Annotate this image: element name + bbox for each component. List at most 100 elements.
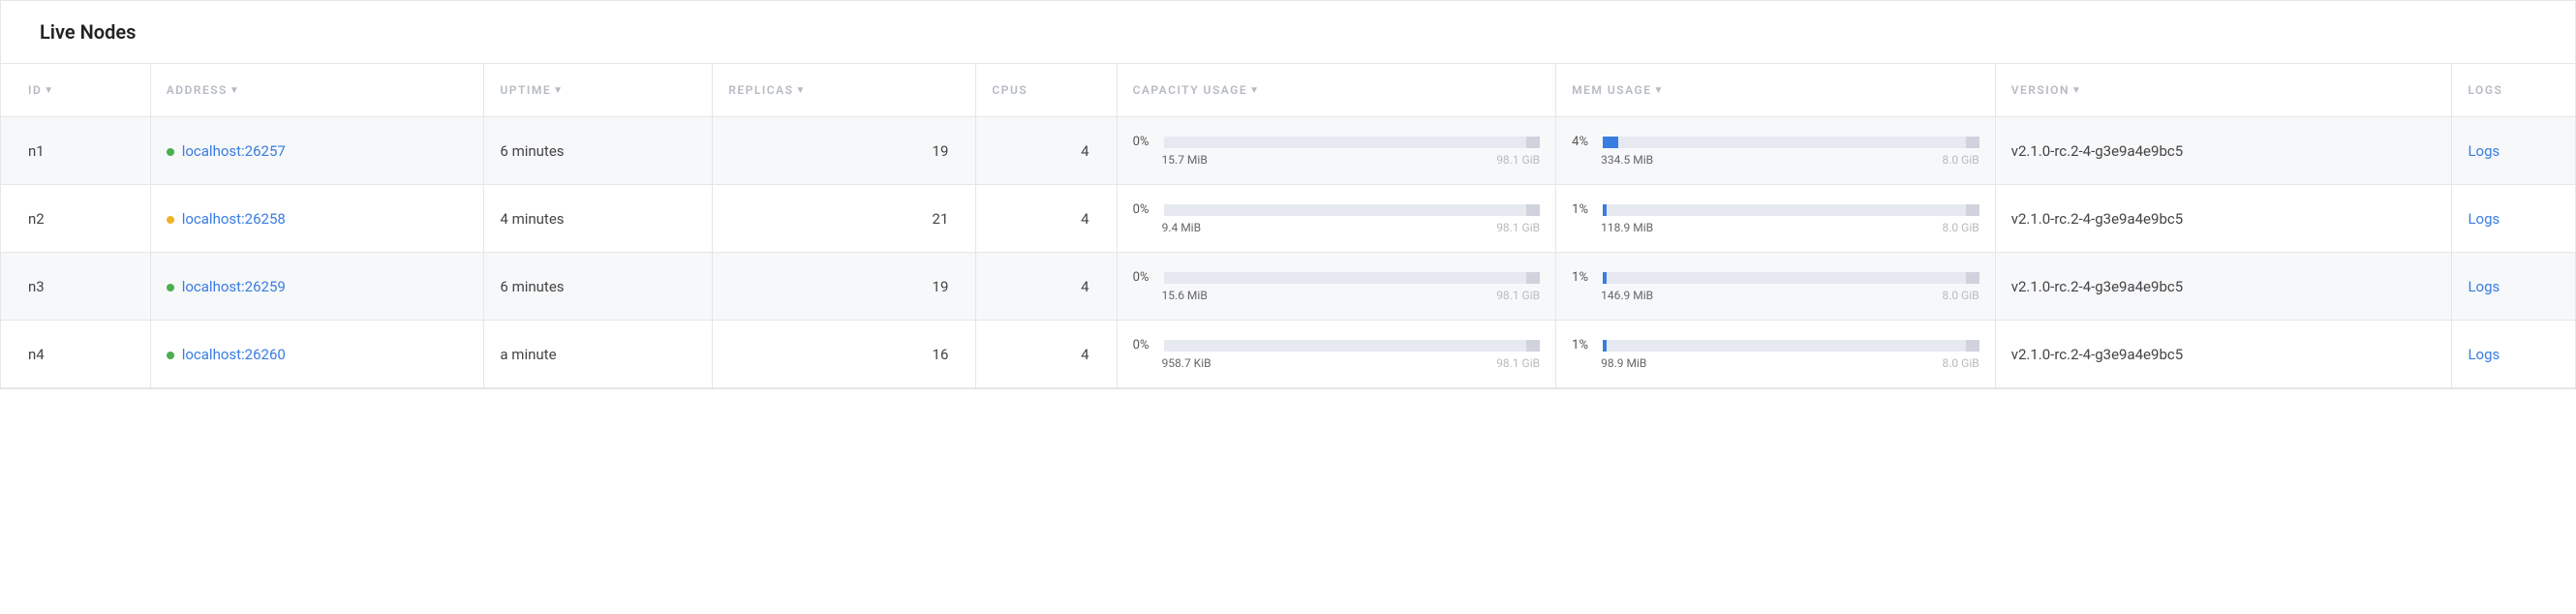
address-link[interactable]: localhost:26259 [182,278,286,295]
mem-used: 118.9 MiB [1601,221,1653,234]
col-header-uptime-label: UPTIME [500,83,551,97]
cell-version: v2.1.0-rc.2-4-g3e9a4e9bc5 [1995,185,2452,253]
sort-arrow-icon: ▼ [1249,85,1260,96]
logs-link[interactable]: Logs [2468,142,2499,160]
nodes-table: ID▼ ADDRESS▼ UPTIME▼ REPLICAS▼ CPUS CAPA… [1,63,2575,388]
capacity-pct: 0% [1133,135,1158,149]
col-header-capacity[interactable]: CAPACITY USAGE▼ [1117,64,1556,117]
address-link[interactable]: localhost:26257 [182,142,286,160]
capacity-total: 98.1 GiB [1496,289,1540,302]
cell-logs: Logs [2452,321,2575,388]
status-dot-icon [167,284,174,292]
logs-link[interactable]: Logs [2468,210,2499,228]
capacity-total: 98.1 GiB [1496,153,1540,167]
mem-total: 8.0 GiB [1943,289,1979,302]
mem-usage-bar-row: 1% [1572,338,1979,353]
mem-usage: 1% 146.9 MiB 8.0 GiB [1572,270,1979,302]
cell-capacity: 0% 15.7 MiB98.1 GiB [1117,117,1556,185]
cell-uptime: 4 minutes [484,185,713,253]
capacity-usage-bar-row: 0% [1133,270,1541,285]
cell-capacity: 0%958.7 KiB98.1 GiB [1117,321,1556,388]
mem-usage-labels: 146.9 MiB 8.0 GiB [1572,289,1979,302]
mem-usage: 4%334.5 MiB8.0 GiB [1572,135,1979,167]
mem-bar [1603,137,1979,148]
capacity-used: 15.6 MiB [1162,289,1208,302]
mem-bar-fill [1603,340,1607,352]
capacity-total: 98.1 GiB [1496,221,1540,234]
capacity-pct: 0% [1133,202,1158,217]
mem-bar-fill [1603,204,1607,216]
capacity-bar [1164,137,1541,148]
capacity-usage: 0% 15.6 MiB 98.1 GiB [1133,270,1541,302]
mem-bar-end [1966,137,1979,148]
table-row: n2localhost:262584 minutes2140%9.4 MiB98… [1,185,2575,253]
capacity-usage: 0% 15.7 MiB98.1 GiB [1133,135,1541,167]
capacity-usage-labels: 15.7 MiB98.1 GiB [1133,153,1541,167]
mem-used: 146.9 MiB [1601,289,1653,302]
mem-usage-labels: 98.9 MiB8.0 GiB [1572,356,1979,370]
cell-id: n2 [1,185,150,253]
logs-link[interactable]: Logs [2468,278,2499,295]
mem-pct: 1% [1572,270,1597,285]
mem-usage-bar-row: 1% [1572,270,1979,285]
logs-link[interactable]: Logs [2468,346,2499,363]
col-header-capacity-label: CAPACITY USAGE [1133,83,1248,97]
capacity-bar [1164,272,1541,284]
address-link[interactable]: localhost:26258 [182,210,286,228]
mem-bar [1603,204,1979,216]
status-dot-icon [167,352,174,359]
sort-arrow-icon: ▼ [1653,85,1664,96]
cell-cpus: 4 [976,185,1117,253]
cell-uptime: a minute [484,321,713,388]
address-link[interactable]: localhost:26260 [182,346,286,363]
cell-address: localhost:26259 [150,253,484,321]
cell-capacity: 0% 15.6 MiB 98.1 GiB [1117,253,1556,321]
col-header-address[interactable]: ADDRESS▼ [150,64,484,117]
sort-arrow-icon: ▼ [553,85,564,96]
mem-pct: 4% [1572,135,1597,149]
mem-total: 8.0 GiB [1943,153,1979,167]
capacity-bar [1164,204,1541,216]
capacity-usage-labels: 958.7 KiB98.1 GiB [1133,356,1541,370]
cell-address: localhost:26260 [150,321,484,388]
mem-bar [1603,272,1979,284]
col-header-logs: LOGS [2452,64,2575,117]
capacity-usage: 0% 9.4 MiB 98.1 GiB [1133,202,1541,234]
mem-usage-bar-row: 1% [1572,202,1979,217]
mem-usage: 1% 118.9 MiB8.0 GiB [1572,202,1979,234]
col-header-logs-label: LOGS [2468,83,2502,97]
sort-arrow-icon: ▼ [796,85,807,96]
sort-arrow-icon: ▼ [44,85,54,96]
sort-arrow-icon: ▼ [230,85,240,96]
capacity-usage-bar-row: 0% [1133,135,1541,149]
col-header-mem[interactable]: MEM USAGE▼ [1556,64,1996,117]
col-header-version[interactable]: VERSION▼ [1995,64,2452,117]
node-id: n1 [28,142,45,160]
panel-title: Live Nodes [1,1,2575,63]
col-header-cpus-label: CPUS [992,83,1027,97]
cell-mem: 4%334.5 MiB8.0 GiB [1556,117,1996,185]
capacity-bar-end [1526,272,1540,284]
col-header-replicas[interactable]: REPLICAS▼ [713,64,976,117]
table-row: n1localhost:262576 minutes1940%15.7 MiB9… [1,117,2575,185]
col-header-cpus[interactable]: CPUS [976,64,1117,117]
capacity-used: 9.4 MiB [1162,221,1202,234]
col-header-uptime[interactable]: UPTIME▼ [484,64,713,117]
sort-arrow-icon: ▼ [2071,85,2082,96]
mem-usage: 1% 98.9 MiB8.0 GiB [1572,338,1979,370]
node-id: n2 [28,210,45,228]
cell-uptime: 6 minutes [484,117,713,185]
col-header-id-label: ID [28,83,42,97]
node-id: n4 [28,346,45,363]
mem-usage-labels: 118.9 MiB8.0 GiB [1572,221,1979,234]
col-header-address-label: ADDRESS [167,83,228,97]
col-header-replicas-label: REPLICAS [728,83,793,97]
cell-cpus: 4 [976,117,1117,185]
cell-id: n3 [1,253,150,321]
cell-cpus: 4 [976,321,1117,388]
cell-capacity: 0% 9.4 MiB 98.1 GiB [1117,185,1556,253]
cell-id: n4 [1,321,150,388]
cell-logs: Logs [2452,117,2575,185]
col-header-id[interactable]: ID▼ [1,64,150,117]
mem-bar-end [1966,204,1979,216]
